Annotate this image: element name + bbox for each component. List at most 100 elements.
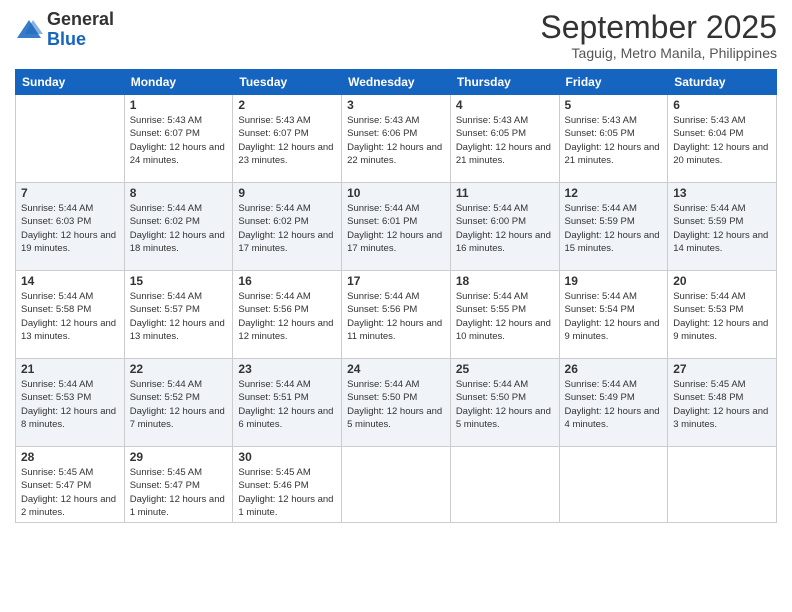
day-number: 17 bbox=[347, 274, 445, 288]
daylight-text: Daylight: 12 hours and 1 minute. bbox=[130, 494, 225, 518]
sunrise-text: Sunrise: 5:43 AM bbox=[347, 115, 419, 126]
table-row: 7Sunrise: 5:44 AMSunset: 6:03 PMDaylight… bbox=[16, 183, 125, 271]
sunrise-text: Sunrise: 5:44 AM bbox=[673, 291, 745, 302]
daylight-text: Daylight: 12 hours and 15 minutes. bbox=[565, 230, 660, 254]
sunset-text: Sunset: 6:07 PM bbox=[238, 128, 308, 139]
daylight-text: Daylight: 12 hours and 20 minutes. bbox=[673, 142, 768, 166]
daylight-text: Daylight: 12 hours and 3 minutes. bbox=[673, 406, 768, 430]
sunset-text: Sunset: 5:53 PM bbox=[21, 392, 91, 403]
daylight-text: Daylight: 12 hours and 12 minutes. bbox=[238, 318, 333, 342]
sunrise-text: Sunrise: 5:43 AM bbox=[238, 115, 310, 126]
table-row bbox=[16, 95, 125, 183]
sunrise-text: Sunrise: 5:44 AM bbox=[565, 203, 637, 214]
table-row: 15Sunrise: 5:44 AMSunset: 5:57 PMDayligh… bbox=[124, 271, 233, 359]
day-number: 30 bbox=[238, 450, 336, 464]
day-info: Sunrise: 5:43 AMSunset: 6:05 PMDaylight:… bbox=[456, 114, 554, 167]
sunrise-text: Sunrise: 5:44 AM bbox=[130, 291, 202, 302]
sunrise-text: Sunrise: 5:44 AM bbox=[347, 379, 419, 390]
day-number: 11 bbox=[456, 186, 554, 200]
sunrise-text: Sunrise: 5:44 AM bbox=[238, 379, 310, 390]
day-number: 27 bbox=[673, 362, 771, 376]
table-row: 25Sunrise: 5:44 AMSunset: 5:50 PMDayligh… bbox=[450, 359, 559, 447]
day-info: Sunrise: 5:45 AMSunset: 5:47 PMDaylight:… bbox=[130, 466, 228, 519]
sunset-text: Sunset: 5:47 PM bbox=[21, 480, 91, 491]
table-row: 9 Sunrise: 5:44 AMSunset: 6:02 PMDaylight… bbox=[233, 183, 342, 271]
table-row: 10Sunrise: 5:44 AMSunset: 6:01 PMDayligh… bbox=[342, 183, 451, 271]
daylight-text: Daylight: 12 hours and 19 minutes. bbox=[21, 230, 116, 254]
table-row: 23Sunrise: 5:44 AMSunset: 5:51 PMDayligh… bbox=[233, 359, 342, 447]
daylight-text: Daylight: 12 hours and 8 minutes. bbox=[21, 406, 116, 430]
page: General Blue September 2025 Taguig, Metr… bbox=[0, 0, 792, 612]
day-number: 18 bbox=[456, 274, 554, 288]
table-row bbox=[342, 447, 451, 523]
sunset-text: Sunset: 5:58 PM bbox=[21, 304, 91, 315]
daylight-text: Daylight: 12 hours and 14 minutes. bbox=[673, 230, 768, 254]
table-row: 3Sunrise: 5:43 AMSunset: 6:06 PMDaylight… bbox=[342, 95, 451, 183]
daylight-text: Daylight: 12 hours and 5 minutes. bbox=[347, 406, 442, 430]
day-number: 4 bbox=[456, 98, 554, 112]
sunrise-text: Sunrise: 5:44 AM bbox=[565, 291, 637, 302]
day-info: Sunrise: 5:44 AMSunset: 5:55 PMDaylight:… bbox=[456, 290, 554, 343]
sunrise-text: Sunrise: 5:45 AM bbox=[21, 467, 93, 478]
day-info: Sunrise: 5:44 AMSunset: 6:02 PMDaylight:… bbox=[238, 202, 336, 255]
daylight-text: Daylight: 12 hours and 17 minutes. bbox=[347, 230, 442, 254]
daylight-text: Daylight: 12 hours and 6 minutes. bbox=[238, 406, 333, 430]
sunset-text: Sunset: 5:46 PM bbox=[238, 480, 308, 491]
day-number: 12 bbox=[565, 186, 663, 200]
table-row: 22Sunrise: 5:44 AMSunset: 5:52 PMDayligh… bbox=[124, 359, 233, 447]
sunset-text: Sunset: 6:05 PM bbox=[456, 128, 526, 139]
day-info: Sunrise: 5:43 AMSunset: 6:07 PMDaylight:… bbox=[130, 114, 228, 167]
sunrise-text: Sunrise: 5:43 AM bbox=[673, 115, 745, 126]
day-info: Sunrise: 5:45 AMSunset: 5:48 PMDaylight:… bbox=[673, 378, 771, 431]
table-row: 28Sunrise: 5:45 AMSunset: 5:47 PMDayligh… bbox=[16, 447, 125, 523]
table-row: 12Sunrise: 5:44 AMSunset: 5:59 PMDayligh… bbox=[559, 183, 668, 271]
header: General Blue September 2025 Taguig, Metr… bbox=[15, 10, 777, 61]
sunset-text: Sunset: 6:01 PM bbox=[347, 216, 417, 227]
sunset-text: Sunset: 5:51 PM bbox=[238, 392, 308, 403]
table-row: 24Sunrise: 5:44 AMSunset: 5:50 PMDayligh… bbox=[342, 359, 451, 447]
month-title: September 2025 bbox=[540, 10, 777, 45]
sunrise-text: Sunrise: 5:43 AM bbox=[456, 115, 528, 126]
sunset-text: Sunset: 5:50 PM bbox=[456, 392, 526, 403]
sunrise-text: Sunrise: 5:43 AM bbox=[565, 115, 637, 126]
logo-text: General Blue bbox=[47, 10, 114, 50]
daylight-text: Daylight: 12 hours and 16 minutes. bbox=[456, 230, 551, 254]
day-number: 28 bbox=[21, 450, 119, 464]
day-number: 9 bbox=[238, 186, 336, 200]
header-friday: Friday bbox=[559, 70, 668, 95]
sunset-text: Sunset: 6:02 PM bbox=[238, 216, 308, 227]
sunrise-text: Sunrise: 5:44 AM bbox=[565, 379, 637, 390]
daylight-text: Daylight: 12 hours and 17 minutes. bbox=[238, 230, 333, 254]
title-block: September 2025 Taguig, Metro Manila, Phi… bbox=[540, 10, 777, 61]
day-number: 15 bbox=[130, 274, 228, 288]
day-info: Sunrise: 5:43 AMSunset: 6:05 PMDaylight:… bbox=[565, 114, 663, 167]
day-info: Sunrise: 5:44 AMSunset: 5:56 PMDaylight:… bbox=[347, 290, 445, 343]
sunrise-text: Sunrise: 5:45 AM bbox=[130, 467, 202, 478]
day-info: Sunrise: 5:44 AMSunset: 5:59 PMDaylight:… bbox=[673, 202, 771, 255]
table-row: 16Sunrise: 5:44 AMSunset: 5:56 PMDayligh… bbox=[233, 271, 342, 359]
day-number: 10 bbox=[347, 186, 445, 200]
calendar-week-row: 21Sunrise: 5:44 AMSunset: 5:53 PMDayligh… bbox=[16, 359, 777, 447]
daylight-text: Daylight: 12 hours and 9 minutes. bbox=[565, 318, 660, 342]
table-row: 30Sunrise: 5:45 AMSunset: 5:46 PMDayligh… bbox=[233, 447, 342, 523]
table-row: 18 Sunrise: 5:44 AMSunset: 5:55 PMDayligh… bbox=[450, 271, 559, 359]
day-info: Sunrise: 5:44 AMSunset: 5:53 PMDaylight:… bbox=[21, 378, 119, 431]
sunrise-text: Sunrise: 5:44 AM bbox=[21, 291, 93, 302]
calendar: Sunday Monday Tuesday Wednesday Thursday… bbox=[15, 69, 777, 523]
day-info: Sunrise: 5:44 AMSunset: 5:53 PMDaylight:… bbox=[673, 290, 771, 343]
header-thursday: Thursday bbox=[450, 70, 559, 95]
sunset-text: Sunset: 6:04 PM bbox=[673, 128, 743, 139]
sunset-text: Sunset: 6:03 PM bbox=[21, 216, 91, 227]
table-row: 8Sunrise: 5:44 AMSunset: 6:02 PMDaylight… bbox=[124, 183, 233, 271]
table-row: 14Sunrise: 5:44 AMSunset: 5:58 PMDayligh… bbox=[16, 271, 125, 359]
logo-icon bbox=[15, 16, 43, 44]
daylight-text: Daylight: 12 hours and 21 minutes. bbox=[565, 142, 660, 166]
header-saturday: Saturday bbox=[668, 70, 777, 95]
sunrise-text: Sunrise: 5:44 AM bbox=[347, 291, 419, 302]
day-info: Sunrise: 5:44 AMSunset: 5:56 PMDaylight:… bbox=[238, 290, 336, 343]
sunset-text: Sunset: 5:49 PM bbox=[565, 392, 635, 403]
daylight-text: Daylight: 12 hours and 9 minutes. bbox=[673, 318, 768, 342]
calendar-header-row: Sunday Monday Tuesday Wednesday Thursday… bbox=[16, 70, 777, 95]
day-number: 3 bbox=[347, 98, 445, 112]
daylight-text: Daylight: 12 hours and 11 minutes. bbox=[347, 318, 442, 342]
